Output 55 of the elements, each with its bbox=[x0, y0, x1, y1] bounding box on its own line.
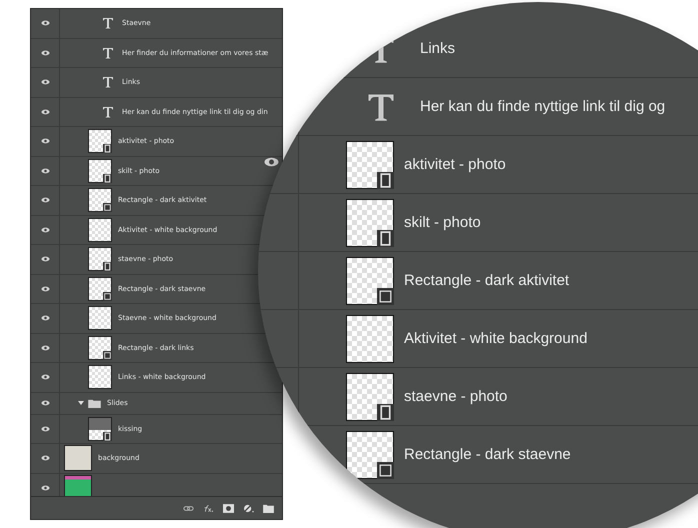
eye-icon[interactable] bbox=[40, 344, 50, 351]
type-layer-icon bbox=[102, 46, 114, 59]
eye-icon[interactable] bbox=[40, 455, 50, 462]
adjustment-icon[interactable] bbox=[243, 504, 254, 512]
effects-icon[interactable] bbox=[203, 504, 214, 512]
photo-placeholder bbox=[89, 418, 111, 430]
eye-icon[interactable] bbox=[40, 400, 50, 406]
vector-shape-badge-icon bbox=[103, 350, 112, 360]
eye-icon[interactable] bbox=[40, 484, 50, 491]
layer-name: skilt - photo bbox=[404, 214, 481, 231]
layer-thumbnail bbox=[88, 218, 112, 242]
folder-icon bbox=[88, 398, 101, 408]
vector-shape-badge-icon bbox=[103, 292, 112, 301]
layer-name: Links bbox=[420, 40, 456, 57]
link-icon[interactable] bbox=[183, 504, 194, 512]
vector-shape-badge-icon bbox=[377, 288, 394, 304]
eye-icon[interactable] bbox=[40, 374, 50, 380]
layer-name: staevne - photo bbox=[404, 388, 508, 405]
vector-shape-badge-icon bbox=[377, 462, 394, 478]
eye-icon[interactable] bbox=[40, 226, 50, 233]
smart-object-badge-icon bbox=[103, 174, 112, 183]
type-layer-icon bbox=[102, 106, 114, 118]
smart-object-badge-icon bbox=[103, 432, 112, 441]
eye-icon[interactable] bbox=[40, 108, 50, 115]
layer-thumbnail bbox=[64, 445, 92, 472]
smart-object-badge-icon bbox=[377, 230, 394, 246]
type-layer-icon bbox=[102, 17, 114, 30]
eye-icon[interactable] bbox=[40, 50, 50, 56]
new-group-icon[interactable] bbox=[263, 504, 274, 512]
layer-name: aktivitet - photo bbox=[404, 156, 506, 173]
eye-icon[interactable] bbox=[40, 168, 50, 174]
type-layer-icon bbox=[366, 92, 396, 122]
layer-name: Her kan du finde nyttige link til dig og bbox=[420, 98, 666, 115]
layer-thumbnail bbox=[88, 365, 112, 390]
eye-icon[interactable] bbox=[40, 315, 50, 322]
layer-name: Rectangle - dark staevne bbox=[404, 446, 571, 463]
smart-object-badge-icon bbox=[103, 262, 112, 272]
smart-object-badge-icon bbox=[103, 144, 112, 154]
eye-icon[interactable] bbox=[40, 256, 50, 262]
eye-icon[interactable] bbox=[40, 286, 50, 292]
eye-icon[interactable] bbox=[40, 197, 50, 204]
layer-name: Rectangle - dark aktivitet bbox=[404, 272, 570, 289]
eye-icon[interactable] bbox=[40, 138, 50, 144]
eye-icon[interactable] bbox=[40, 20, 50, 26]
layer-thumbnail bbox=[88, 306, 112, 330]
mask-icon[interactable] bbox=[223, 504, 234, 512]
expand-triangle-icon[interactable] bbox=[78, 400, 84, 406]
layer-thumbnail bbox=[346, 314, 394, 362]
layer-name: Aktivitet - white background bbox=[404, 330, 588, 347]
eye-icon[interactable] bbox=[40, 426, 50, 432]
eye-icon[interactable] bbox=[40, 79, 50, 86]
type-layer-icon bbox=[102, 76, 114, 88]
smart-object-badge-icon bbox=[377, 172, 394, 188]
smart-object-badge-icon bbox=[377, 404, 394, 420]
vector-shape-badge-icon bbox=[103, 203, 112, 212]
